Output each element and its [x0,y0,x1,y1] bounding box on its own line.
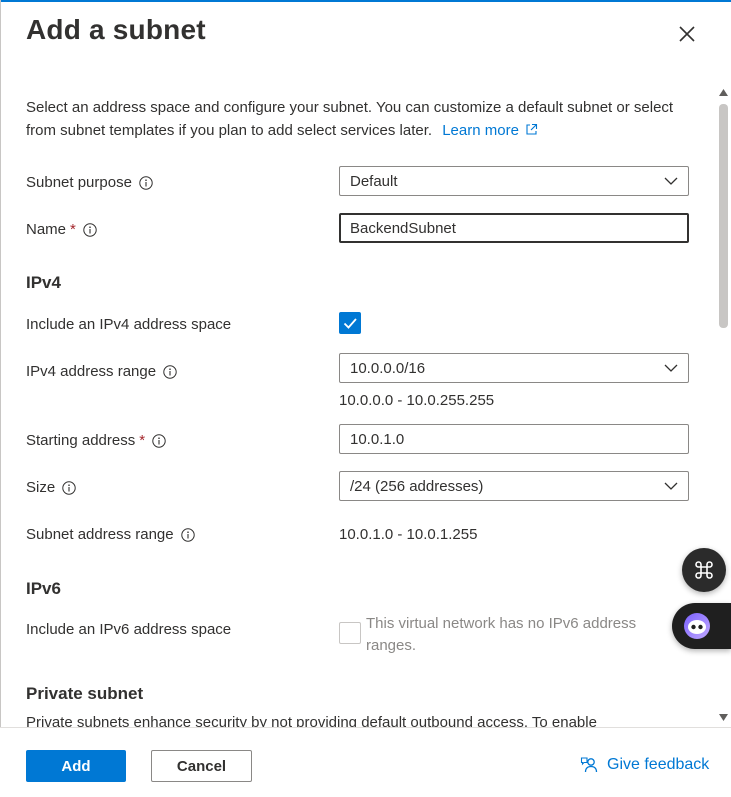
page-title: Add a subnet [26,14,206,45]
name-input[interactable]: BackendSubnet [339,213,689,243]
chevron-down-icon [664,364,678,372]
name-value: BackendSubnet [350,219,456,237]
external-link-icon [526,123,538,135]
size-dropdown[interactable]: /24 (256 addresses) [339,471,689,501]
info-icon[interactable] [163,364,177,379]
scrollbar-thumb[interactable] [719,104,728,328]
ipv4-section-title: IPv4 [26,273,61,292]
info-icon[interactable] [180,527,195,542]
chevron-down-icon [664,177,678,185]
description-text: Select an address space and configure yo… [26,99,674,139]
ipv6-include-text: Include an IPv6 address space [26,621,232,638]
ipv4-range-text: IPv4 address range [26,363,157,380]
name-label: Name * [26,221,97,238]
ipv6-disabled-note: This virtual network has no IPv6 address… [366,615,637,654]
info-icon[interactable] [139,175,153,190]
give-feedback-link[interactable]: Give feedback [580,756,709,774]
cancel-button[interactable]: Cancel [151,750,252,782]
checkmark-icon [343,318,357,329]
ipv6-include-label: Include an IPv6 address space [26,621,231,638]
subnet-purpose-text: Subnet purpose [26,174,132,191]
subnet-range-text: Subnet address range [26,526,174,543]
panel-footer: Add Cancel Give feedback [0,727,731,797]
name-text: Name [26,221,67,238]
info-icon[interactable] [62,480,76,495]
subnet-range-label: Subnet address range [26,526,195,543]
scroll-down-arrow-icon[interactable] [718,712,729,722]
copilot-floating-button[interactable] [672,603,731,649]
panel-content: Select an address space and configure yo… [0,60,714,727]
subnet-purpose-value: Default [350,172,398,190]
starting-address-input[interactable]: 10.0.1.0 [339,424,689,454]
required-marker: * [139,432,146,449]
ipv4-include-checkbox[interactable] [339,312,361,334]
size-text: Size [26,479,56,496]
ipv4-include-label: Include an IPv4 address space [26,316,231,333]
ipv6-section-title: IPv6 [26,579,61,598]
give-feedback-label: Give feedback [607,756,710,773]
info-icon[interactable] [83,222,97,237]
close-icon [679,26,695,42]
ipv6-include-checkbox[interactable] [339,622,361,644]
ipv4-range-value: 10.0.0.0/16 [350,359,426,377]
ipv4-range-hint: 10.0.0.0 - 10.0.255.255 [339,392,495,409]
required-marker: * [70,221,76,238]
info-icon[interactable] [152,433,166,448]
private-subnet-description: Private subnets enhance security by not … [26,714,597,727]
learn-more-label: Learn more [442,122,519,139]
starting-address-value: 10.0.1.0 [350,430,405,448]
close-button[interactable] [673,20,701,48]
subnet-purpose-label: Subnet purpose [26,174,153,191]
add-button[interactable]: Add [26,750,126,782]
learn-more-link[interactable]: Learn more [442,122,538,139]
starting-address-label: Starting address * [26,432,166,449]
shortcut-floating-button[interactable] [682,548,726,592]
private-subnet-section-title: Private subnet [26,684,144,703]
panel-header: Add a subnet [0,2,731,60]
size-value: /24 (256 addresses) [350,477,484,495]
ipv4-range-label: IPv4 address range [26,363,177,380]
description: Select an address space and configure yo… [26,96,686,142]
ipv4-range-dropdown[interactable]: 10.0.0.0/16 [339,353,689,383]
scroll-up-arrow-icon[interactable] [718,88,729,98]
subnet-range-value: 10.0.1.0 - 10.0.1.255 [339,526,478,543]
size-label: Size [26,479,76,496]
command-icon [695,561,713,579]
copilot-icon [684,613,710,639]
chevron-down-icon [664,482,678,490]
subnet-purpose-dropdown[interactable]: Default [339,166,689,196]
feedback-icon [580,757,598,773]
starting-address-text: Starting address [26,432,136,449]
ipv4-include-text: Include an IPv4 address space [26,316,232,333]
